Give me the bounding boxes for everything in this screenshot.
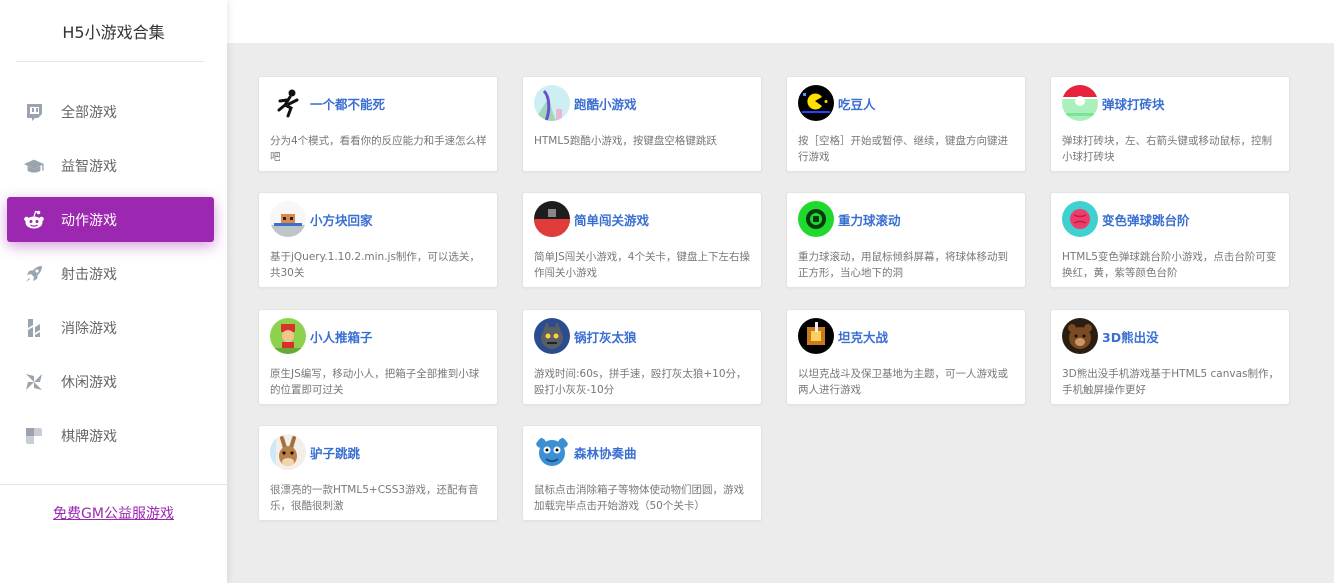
breakout-icon xyxy=(1062,85,1098,121)
sidebar-item-all[interactable]: 全部游戏 xyxy=(7,89,214,134)
rocket-icon xyxy=(23,263,45,285)
sidebar: H5小游戏合集 全部游戏 益智游戏 动作游戏 射击游戏 消除游戏 休闲游戏 棋牌… xyxy=(0,0,227,583)
color-ball-icon xyxy=(1062,201,1098,237)
game-desc: 弹球打砖块，左、右箭头键或移动鼠标，控制小球打砖块 xyxy=(1062,135,1272,163)
game-desc: 很漂亮的一款HTML5+CSS3游戏，还配有音乐，很酷很刺激 xyxy=(270,484,479,512)
twitch-icon xyxy=(23,101,45,123)
game-card[interactable]: 驴子跳跳 很漂亮的一款HTML5+CSS3游戏，还配有音乐，很酷很刺激 xyxy=(258,425,498,521)
bear-icon xyxy=(1062,318,1098,354)
game-card[interactable]: 一个都不能死 分为4个模式，看看你的反应能力和手速怎么样吧 xyxy=(258,76,498,172)
sidebar-item-match[interactable]: 消除游戏 xyxy=(7,305,214,350)
graduation-cap-icon xyxy=(23,155,45,177)
tank-icon xyxy=(798,318,834,354)
level-game-icon xyxy=(534,201,570,237)
game-desc: 以坦克战斗及保卫基地为主题，可一人游戏或两人进行游戏 xyxy=(798,368,1008,396)
sidebar-item-label: 消除游戏 xyxy=(61,320,117,337)
sokoban-icon xyxy=(270,318,306,354)
game-card[interactable]: 弹球打砖块 弹球打砖块，左、右箭头键或移动鼠标，控制小球打砖块 xyxy=(1050,76,1290,172)
block-home-icon xyxy=(270,201,306,237)
sidebar-item-label: 棋牌游戏 xyxy=(61,428,117,445)
sidebar-divider xyxy=(0,484,227,485)
game-desc: HTML5变色弹球跳台阶小游戏，点击台阶可变换红，黄，紫等颜色台阶 xyxy=(1062,251,1277,279)
game-card[interactable]: 3D熊出没 3D熊出没手机游戏基于HTML5 canvas制作，手机触屏操作更好 xyxy=(1050,309,1290,405)
game-card[interactable]: 森林协奏曲 鼠标点击消除箱子等物体使动物们团圆，游戏加载完毕点击开始游戏（50个… xyxy=(522,425,762,521)
sidebar-item-label: 射击游戏 xyxy=(61,266,117,283)
donkey-icon xyxy=(270,434,306,470)
wolf-icon xyxy=(534,318,570,354)
app-title: H5小游戏合集 xyxy=(62,22,165,42)
game-title: 简单闯关游戏 xyxy=(574,213,650,228)
game-desc: 原生JS编写，移动小人，把箱子全部推到小球的位置即可过关 xyxy=(270,368,480,396)
running-man-icon xyxy=(270,85,306,121)
game-title: 弹球打砖块 xyxy=(1102,97,1165,112)
game-title: 驴子跳跳 xyxy=(310,446,361,461)
game-card[interactable]: 简单闯关游戏 简单JS闯关小游戏，4个关卡，键盘上下左右操作闯关小游戏 xyxy=(522,192,762,288)
sidebar-item-label: 动作游戏 xyxy=(61,212,117,229)
gm-server-link[interactable]: 免费GM公益服游戏 xyxy=(0,503,227,523)
parkour-icon xyxy=(534,85,570,121)
sidebar-nav: 全部游戏 益智游戏 动作游戏 射击游戏 消除游戏 休闲游戏 棋牌游戏 xyxy=(0,62,227,458)
top-bar xyxy=(227,0,1334,43)
game-title: 锅打灰太狼 xyxy=(574,330,637,345)
reddit-alien-icon xyxy=(23,209,45,231)
gravity-ball-icon xyxy=(798,201,834,237)
game-desc: 简单JS闯关小游戏，4个关卡，键盘上下左右操作闯关小游戏 xyxy=(534,251,750,279)
game-title: 小人推箱子 xyxy=(310,330,373,345)
game-title: 跑酷小游戏 xyxy=(574,97,637,112)
game-card[interactable]: 变色弹球跳台阶 HTML5变色弹球跳台阶小游戏，点击台阶可变换红，黄，紫等颜色台… xyxy=(1050,192,1290,288)
game-title: 小方块回家 xyxy=(310,213,373,228)
game-desc: 重力球滚动，用鼠标倾斜屏幕，将球体移动到正方形，当心地下的洞 xyxy=(798,251,1008,279)
checker-icon xyxy=(23,425,45,447)
hubspot-like-icon xyxy=(23,317,45,339)
game-desc: 基于jQuery.1.10.2.min.js制作，可以选关，共30关 xyxy=(270,251,480,279)
game-card[interactable]: 吃豆人 按［空格］开始或暂停、继续，键盘方向键进行游戏 xyxy=(786,76,1026,172)
game-desc: 鼠标点击消除箱子等物体使动物们团圆，游戏加载完毕点击开始游戏（50个关卡） xyxy=(534,484,744,512)
game-title: 重力球滚动 xyxy=(838,213,901,228)
sidebar-item-label: 休闲游戏 xyxy=(61,374,117,391)
game-title: 森林协奏曲 xyxy=(574,446,637,461)
pacman-icon xyxy=(798,85,834,121)
game-card[interactable]: 小人推箱子 原生JS编写，移动小人，把箱子全部推到小球的位置即可过关 xyxy=(258,309,498,405)
sidebar-item-casual[interactable]: 休闲游戏 xyxy=(7,359,214,404)
sidebar-item-action[interactable]: 动作游戏 xyxy=(7,197,214,242)
sidebar-item-label: 益智游戏 xyxy=(61,158,117,175)
game-title: 吃豆人 xyxy=(838,97,876,112)
game-card[interactable]: 坦克大战 以坦克战斗及保卫基地为主题，可一人游戏或两人进行游戏 xyxy=(786,309,1026,405)
game-title: 坦克大战 xyxy=(838,330,889,345)
game-desc: 3D熊出没手机游戏基于HTML5 canvas制作，手机触屏操作更好 xyxy=(1062,368,1279,396)
game-card[interactable]: 小方块回家 基于jQuery.1.10.2.min.js制作，可以选关，共30关 xyxy=(258,192,498,288)
game-card[interactable]: 锅打灰太狼 游戏时间:60s，拼手速，殴打灰太狼+10分，殴打小灰灰-10分 xyxy=(522,309,762,405)
game-desc: 按［空格］开始或暂停、继续，键盘方向键进行游戏 xyxy=(798,135,1008,163)
game-desc: HTML5跑酷小游戏，按键盘空格键跳跃 xyxy=(534,135,717,147)
game-title: 3D熊出没 xyxy=(1102,330,1159,345)
pinwheel-icon xyxy=(23,371,45,393)
game-desc: 游戏时间:60s，拼手速，殴打灰太狼+10分，殴打小灰灰-10分 xyxy=(534,368,747,396)
game-title: 变色弹球跳台阶 xyxy=(1102,213,1190,228)
game-title: 一个都不能死 xyxy=(310,97,386,112)
game-desc: 分为4个模式，看看你的反应能力和手速怎么样吧 xyxy=(270,135,487,163)
forest-animal-icon xyxy=(534,434,570,470)
sidebar-item-label: 全部游戏 xyxy=(61,104,117,121)
sidebar-item-shooting[interactable]: 射击游戏 xyxy=(7,251,214,296)
sidebar-item-puzzle[interactable]: 益智游戏 xyxy=(7,143,214,188)
game-card[interactable]: 跑酷小游戏 HTML5跑酷小游戏，按键盘空格键跳跃 xyxy=(522,76,762,172)
game-card[interactable]: 重力球滚动 重力球滚动，用鼠标倾斜屏幕，将球体移动到正方形，当心地下的洞 xyxy=(786,192,1026,288)
sidebar-item-chess[interactable]: 棋牌游戏 xyxy=(7,413,214,458)
